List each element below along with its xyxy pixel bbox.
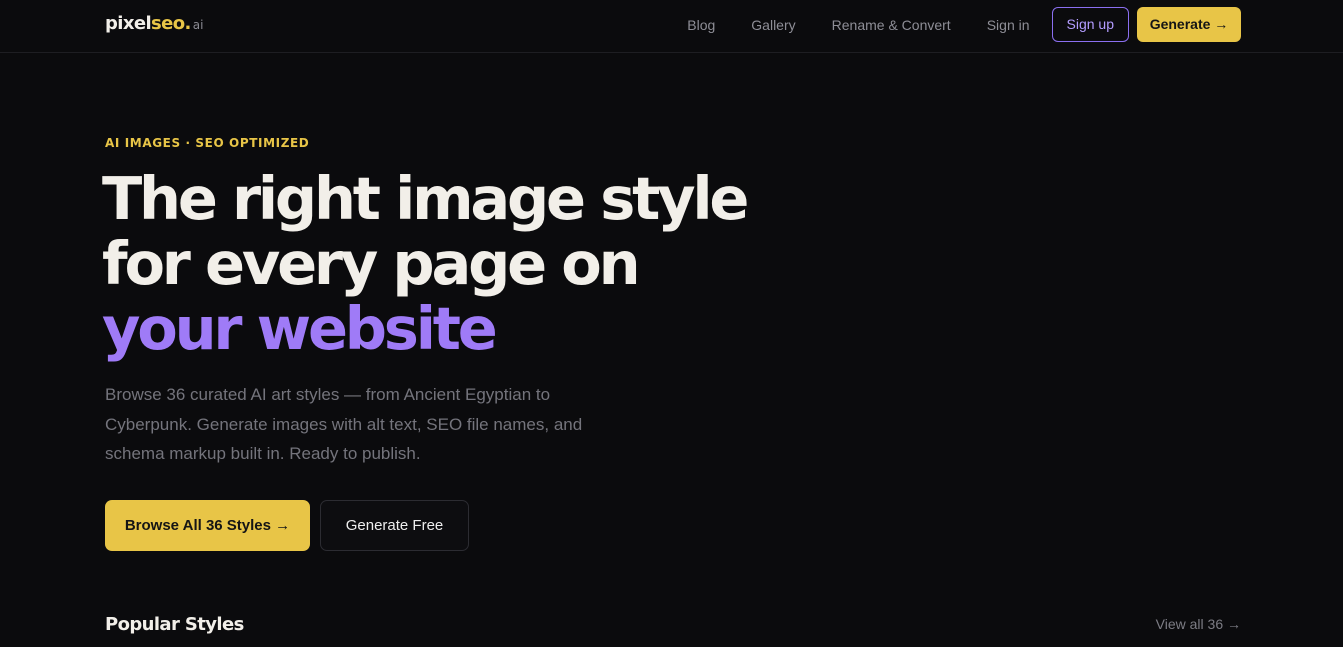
view-all-styles-link[interactable]: View all 36 → (1156, 616, 1241, 632)
hero-title-accent: your website (102, 294, 498, 363)
generate-free-button[interactable]: Generate Free (320, 500, 469, 551)
browse-all-styles-button[interactable]: Browse All 36 Styles → (105, 500, 310, 551)
logo-text-ai: ai (192, 18, 204, 32)
popular-styles-title: Popular Styles (105, 614, 244, 635)
hero-title-line-1: The right image style (102, 164, 749, 233)
hero-title-line-2: for every page on (102, 229, 641, 298)
nav-link-rename-convert[interactable]: Rename & Convert (832, 8, 951, 42)
hero-eyebrow: AI IMAGES · SEO OPTIMIZED (105, 136, 310, 150)
top-nav: pixel seo. ai Blog Gallery Rename & Conver… (0, 0, 1343, 53)
logo-text-pixel: pixel (105, 13, 152, 34)
page: pixel seo. ai Blog Gallery Rename & Conver… (0, 0, 1343, 647)
logo-dot: . (184, 13, 192, 34)
site-logo[interactable]: pixel seo. ai (105, 13, 203, 34)
hero-description: Browse 36 curated AI art styles — from A… (105, 385, 583, 463)
nav-link-sign-in[interactable]: Sign in (987, 8, 1030, 42)
hero-title: The right image style for every page on … (102, 166, 822, 361)
nav-link-blog[interactable]: Blog (687, 8, 715, 42)
generate-button[interactable]: Generate → (1137, 7, 1241, 42)
sign-up-button[interactable]: Sign up (1051, 7, 1129, 42)
nav-link-gallery[interactable]: Gallery (751, 8, 795, 42)
nav-links: Blog Gallery Rename & Convert Sign in Si… (687, 7, 1241, 42)
logo-text-seo: seo (151, 13, 185, 34)
